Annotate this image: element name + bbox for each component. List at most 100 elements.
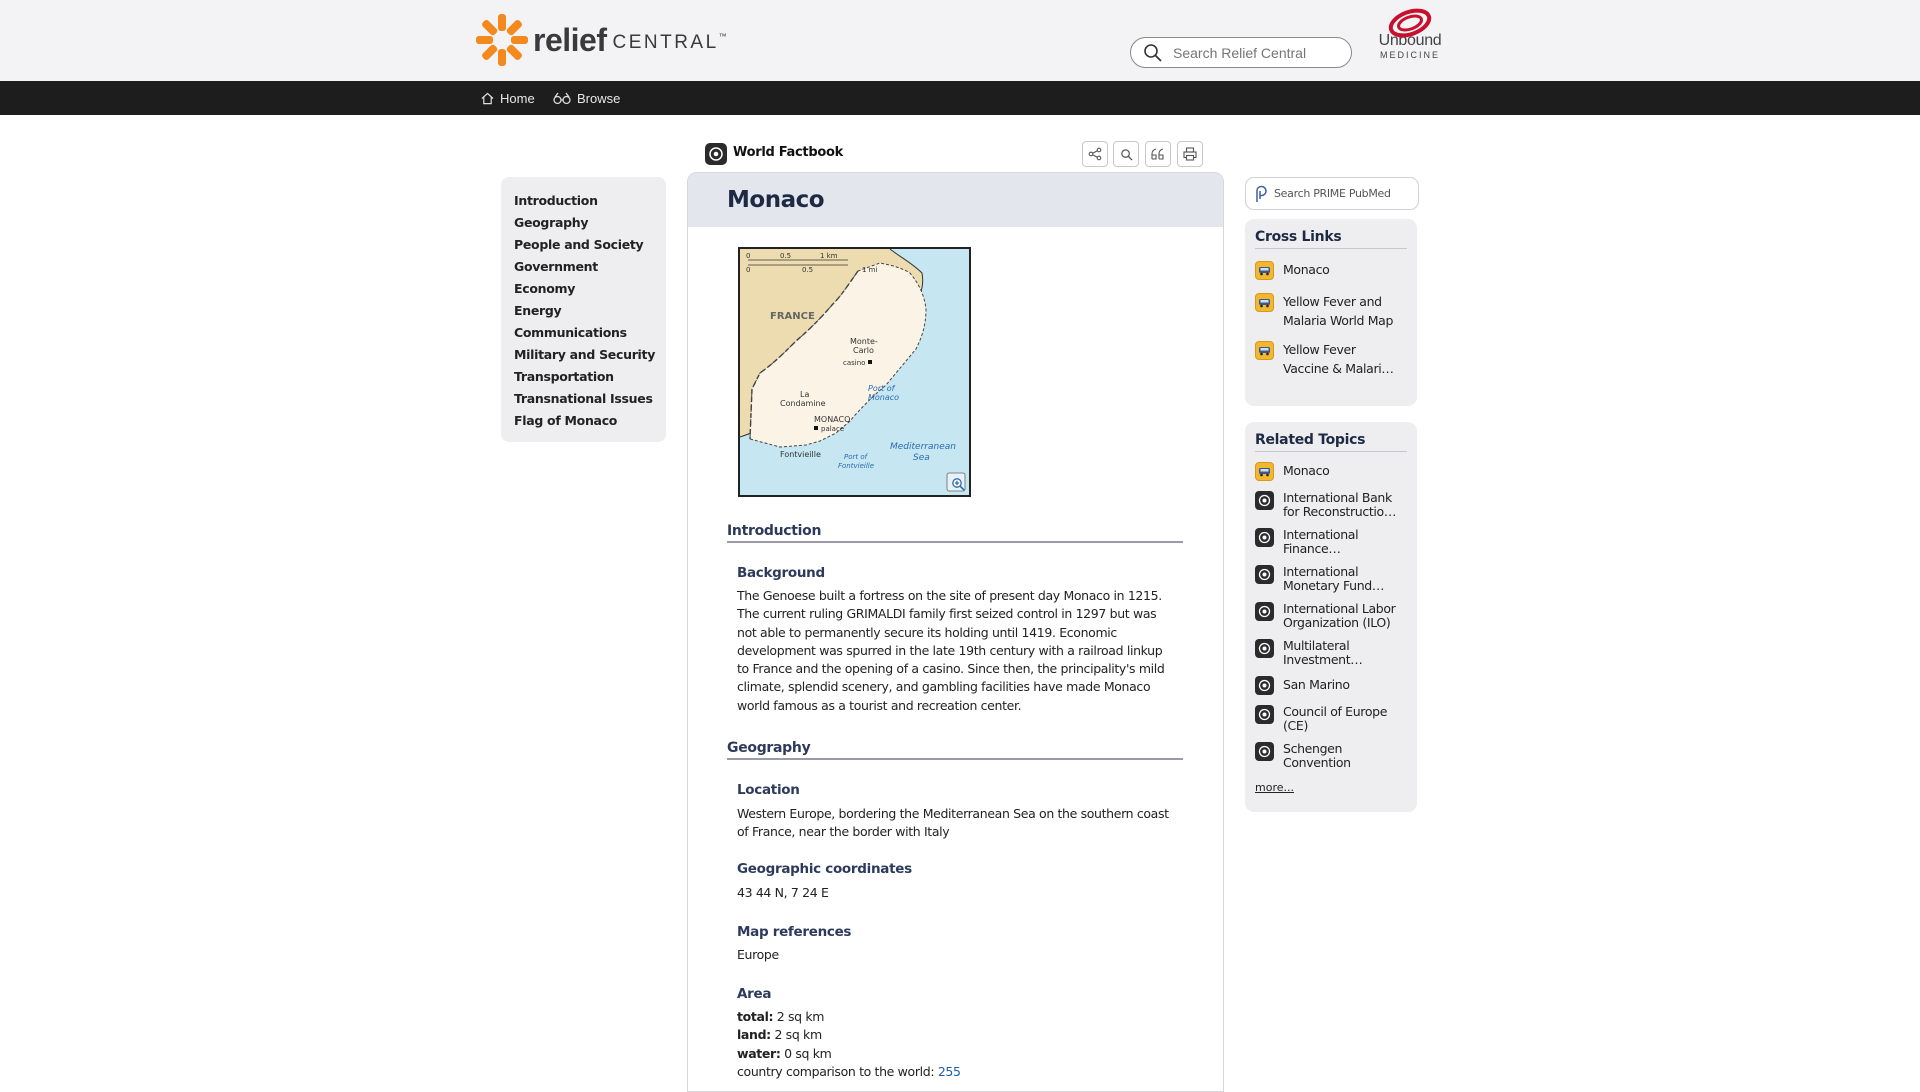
- cross-link-item[interactable]: Monaco: [1255, 261, 1407, 280]
- related-topic-item[interactable]: International Bank for Reconstructio…: [1255, 491, 1407, 519]
- cross-link-label-line: Malaria World Map: [1283, 312, 1394, 328]
- area-total-row: total: 2 sq km: [737, 1008, 1185, 1026]
- related-topic-item[interactable]: International Monetary Fund…: [1255, 565, 1407, 593]
- area-heading: Area: [737, 986, 772, 1002]
- monaco-map[interactable]: 0 0.5 1 km 0 0.5 1 mi FRANCE Monte- Carl…: [738, 247, 971, 497]
- area-water-label: water:: [737, 1045, 781, 1061]
- background-line: to France and the opening of a casino. S…: [737, 661, 1165, 677]
- unbound-medicine-logo[interactable]: Unbound MEDICINE: [1368, 6, 1452, 68]
- area-land-row: land: 2 sq km: [737, 1026, 1185, 1044]
- related-topic-label-line: Investment…: [1283, 652, 1363, 667]
- map-references-heading: Map references: [737, 924, 852, 940]
- cross-link-item[interactable]: Yellow Fever Vaccine & Malari…: [1255, 341, 1407, 378]
- toc-transnational-issues[interactable]: Transnational Issues: [514, 388, 666, 410]
- pubmed-search-button[interactable]: Search PRIME PubMed: [1245, 177, 1419, 210]
- toc-flag-of-monaco[interactable]: Flag of Monaco: [514, 410, 666, 432]
- background-line: The Genoese built a fortress on the site…: [737, 588, 1162, 603]
- related-topic-label-line: Schengen: [1283, 741, 1343, 756]
- related-topic-label: San Marino: [1283, 677, 1350, 692]
- area-land-value: 2 sq km: [774, 1027, 822, 1043]
- area-total-label: total:: [737, 1009, 774, 1024]
- background-line: The current ruling GRIMALDI family first…: [737, 606, 1157, 622]
- toc-communications[interactable]: Communications: [514, 322, 666, 344]
- related-topic-item[interactable]: International Finance…: [1255, 528, 1407, 556]
- toc-economy[interactable]: Economy: [514, 278, 666, 300]
- zoom-in-icon[interactable]: [951, 477, 965, 491]
- car-icon: [1255, 293, 1274, 312]
- search-input[interactable]: [1173, 44, 1343, 61]
- cross-links-panel: Cross Links Monaco Yellow Fever and Mala…: [1245, 219, 1417, 406]
- cite-icon: [1151, 148, 1164, 160]
- toc-military-and-security[interactable]: Military and Security: [514, 344, 666, 366]
- car-icon: [1255, 261, 1274, 280]
- cross-link-item[interactable]: Yellow Fever and Malaria World Map: [1255, 293, 1407, 330]
- logo-tm: ™: [718, 32, 730, 41]
- related-topic-item[interactable]: Schengen Convention: [1255, 742, 1407, 770]
- toc-government[interactable]: Government: [514, 256, 666, 278]
- car-icon: [1255, 462, 1274, 481]
- area-comparison-label: country comparison to the world:: [737, 1063, 935, 1079]
- map-label-port-of-monaco-2: Monaco: [868, 393, 899, 402]
- world-factbook-icon: [1255, 705, 1274, 724]
- unbound-swirl-icon: [1388, 8, 1432, 38]
- background-line: not able to permanently secure its holdi…: [737, 624, 1117, 640]
- nav-browse[interactable]: Browse: [553, 81, 620, 115]
- toc-introduction[interactable]: Introduction: [514, 190, 666, 212]
- background-line: development was spurred in the late 19th…: [737, 642, 1163, 658]
- background-line: world famous as a tourist and recreation…: [737, 697, 1022, 713]
- logo-main-text: relief: [533, 21, 607, 58]
- map-label-port-of-fontvieille-2: Fontvieille: [838, 462, 874, 470]
- cross-link-label-line: Vaccine & Malari…: [1283, 360, 1394, 376]
- related-topic-label-line: Organization (ILO): [1283, 615, 1391, 630]
- related-topic-label-line: Finance…: [1283, 541, 1341, 556]
- topic-content: Monaco 0 0.5 1 km 0 0.5 1 mi FRANCE Mont…: [687, 172, 1224, 1092]
- related-topic-item[interactable]: International Labor Organization (ILO): [1255, 602, 1407, 630]
- toc-transportation[interactable]: Transportation: [514, 366, 666, 388]
- find-in-page-button[interactable]: [1113, 141, 1139, 167]
- area-comparison-row: country comparison to the world: 255: [737, 1063, 1185, 1081]
- background-line: climate, splendid scenery, and gambling …: [737, 679, 1151, 695]
- related-topic-item[interactable]: Council of Europe (CE): [1255, 705, 1407, 733]
- related-topic-label-line: International: [1283, 564, 1359, 579]
- cross-links-title: Cross Links: [1255, 229, 1407, 249]
- scale-km-0: 0: [746, 252, 750, 260]
- map-label-france: FRANCE: [770, 311, 815, 322]
- pubmed-label: Search PRIME PubMed: [1274, 187, 1391, 200]
- cross-link-label-line: Yellow Fever and: [1283, 294, 1382, 309]
- area-comparison-link[interactable]: 255: [938, 1064, 961, 1079]
- related-topic-label-line: (CE): [1283, 718, 1308, 733]
- background-text: The Genoese built a fortress on the site…: [737, 587, 1185, 715]
- map-label-palace: palace: [821, 425, 844, 433]
- related-topic-item[interactable]: San Marino: [1255, 676, 1407, 695]
- nav-home[interactable]: Home: [481, 81, 535, 115]
- toc-people-and-society[interactable]: People and Society: [514, 234, 666, 256]
- share-button[interactable]: [1082, 141, 1108, 167]
- map-label-condamine: Condamine: [780, 399, 826, 408]
- glasses-icon: [553, 92, 571, 104]
- more-related-link[interactable]: more...: [1255, 781, 1294, 794]
- world-factbook-icon: [1255, 676, 1274, 695]
- print-button[interactable]: [1177, 141, 1203, 167]
- world-factbook-icon: [1255, 602, 1274, 621]
- cite-button[interactable]: [1145, 141, 1171, 167]
- area-water-value: 0 sq km: [784, 1045, 832, 1061]
- related-topic-item[interactable]: Multilateral Investment…: [1255, 639, 1407, 667]
- topic-source[interactable]: World Factbook: [733, 145, 843, 160]
- table-of-contents: Introduction Geography People and Societ…: [501, 177, 666, 442]
- page-title: Monaco: [727, 187, 825, 213]
- toc-energy[interactable]: Energy: [514, 300, 666, 322]
- site-search[interactable]: [1130, 37, 1352, 68]
- related-topic-item[interactable]: Monaco: [1255, 462, 1407, 481]
- relief-central-logo[interactable]: relief CENTRAL™: [475, 13, 729, 67]
- location-line: Western Europe, bordering the Mediterran…: [737, 806, 1169, 821]
- cross-link-label-line: Yellow Fever: [1283, 342, 1356, 357]
- related-topic-label-line: Council of Europe: [1283, 704, 1388, 719]
- relief-star-icon: [475, 13, 529, 67]
- related-topic-label: Monaco: [1283, 463, 1330, 478]
- nav-browse-label: Browse: [577, 90, 621, 106]
- world-factbook-icon: [1255, 528, 1274, 547]
- location-heading: Location: [737, 782, 800, 798]
- toc-geography[interactable]: Geography: [514, 212, 666, 234]
- nav-home-label: Home: [500, 90, 535, 106]
- related-topic-label-line: Multilateral: [1283, 638, 1350, 653]
